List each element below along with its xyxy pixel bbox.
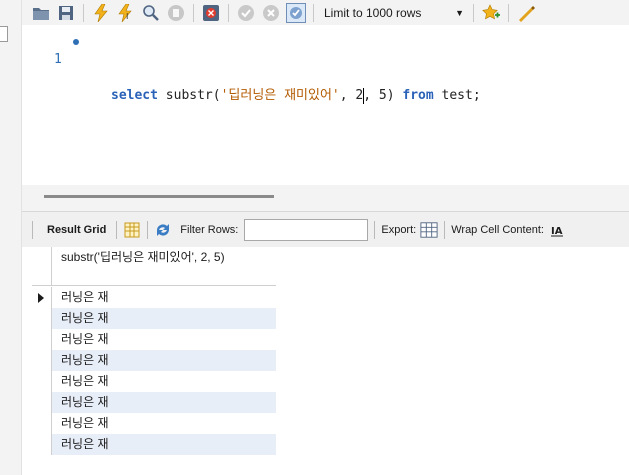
result-grid-tab[interactable]: Result Grid bbox=[47, 224, 106, 236]
row-header[interactable] bbox=[32, 371, 52, 392]
table-row[interactable]: 러닝은 재 bbox=[32, 350, 276, 371]
table-cell[interactable]: 러닝은 재 bbox=[61, 392, 109, 413]
toolbar-separator bbox=[374, 220, 376, 239]
row-header[interactable] bbox=[32, 392, 52, 413]
table-cell[interactable]: 러닝은 재 bbox=[61, 413, 109, 434]
rollback-icon[interactable] bbox=[260, 2, 282, 24]
editor-line-1[interactable]: 1 select substr('딥러닝은 재미있어', 2, 5) from … bbox=[22, 33, 629, 104]
string-literal: '딥러닝은 재미있어' bbox=[220, 88, 340, 103]
table-cell[interactable]: 러닝은 재 bbox=[61, 371, 109, 392]
table-cell[interactable]: 러닝은 재 bbox=[61, 287, 109, 308]
table-row[interactable]: 러닝은 재 bbox=[32, 434, 276, 455]
toolbar-separator bbox=[444, 220, 446, 239]
row-header-corner bbox=[32, 247, 52, 286]
folder-icon[interactable] bbox=[30, 2, 52, 24]
save-icon[interactable] bbox=[55, 2, 77, 24]
keyword-select: select bbox=[111, 88, 158, 103]
toolbar-separator bbox=[313, 3, 314, 22]
statement-marker-icon bbox=[73, 39, 79, 45]
column-header[interactable]: substr('딥러닝은 재미있어', 2, 5) bbox=[32, 247, 276, 286]
toolbar-separator bbox=[508, 3, 509, 22]
bookmark-icon[interactable] bbox=[480, 2, 502, 24]
arg-separator: , bbox=[339, 88, 356, 103]
sql-statement[interactable]: select substr('딥러닝은 재미있어', 2, 5) from te… bbox=[111, 87, 481, 105]
toolbar-separator bbox=[32, 220, 33, 239]
keyword-from: from bbox=[402, 88, 434, 103]
function-call: substr( bbox=[157, 88, 221, 103]
explain-icon[interactable] bbox=[140, 2, 162, 24]
column-header-label: substr('딥러닝은 재미있어', 2, 5) bbox=[61, 250, 225, 264]
toggle-error-icon[interactable] bbox=[200, 2, 222, 24]
editor-results-splitter[interactable] bbox=[22, 185, 629, 211]
execute-icon[interactable] bbox=[90, 2, 112, 24]
row-header[interactable] bbox=[32, 434, 52, 455]
filter-rows-input[interactable] bbox=[244, 218, 369, 241]
row-header[interactable] bbox=[32, 350, 52, 371]
toolbar-separator bbox=[116, 220, 118, 239]
sql-editor[interactable]: 1 select substr('딥러닝은 재미있어', 2, 5) from … bbox=[22, 25, 629, 185]
autocommit-icon[interactable] bbox=[285, 2, 307, 24]
table-cell[interactable]: 러닝은 재 bbox=[61, 350, 109, 371]
table-row[interactable]: 러닝은 재 bbox=[32, 392, 276, 413]
svg-text:IA: IA bbox=[551, 226, 563, 237]
row-limit-select[interactable]: Limit to 1000 rows ▼ bbox=[320, 3, 470, 23]
table-name: test; bbox=[433, 88, 481, 103]
row-header[interactable] bbox=[32, 329, 52, 350]
table-row[interactable]: 러닝은 재 bbox=[32, 371, 276, 392]
table-cell[interactable]: 러닝은 재 bbox=[61, 434, 109, 455]
grid-view-icon[interactable] bbox=[123, 221, 141, 239]
toolbar-separator bbox=[228, 3, 229, 22]
table-row[interactable]: 러닝은 재 bbox=[32, 413, 276, 434]
panel-edge-control[interactable] bbox=[0, 26, 8, 42]
row-header[interactable] bbox=[32, 308, 52, 329]
filter-rows-label: Filter Rows: bbox=[180, 223, 239, 236]
table-row[interactable]: 러닝은 재 bbox=[32, 329, 276, 350]
beautify-icon[interactable] bbox=[515, 2, 537, 24]
export-icon[interactable] bbox=[420, 221, 438, 239]
export-label: Export: bbox=[381, 223, 417, 236]
table-row[interactable]: 러닝은 재 bbox=[32, 308, 276, 329]
table-cell[interactable]: 러닝은 재 bbox=[61, 329, 109, 350]
chevron-down-icon: ▼ bbox=[455, 7, 464, 18]
table-row[interactable]: 러닝은 재 bbox=[32, 287, 276, 308]
toolbar-separator bbox=[147, 220, 149, 239]
execute-current-icon[interactable]: I bbox=[115, 2, 137, 24]
row-header[interactable] bbox=[32, 287, 52, 308]
result-toolbar: Result Grid Filter Rows: Export: Wrap Ce… bbox=[22, 211, 629, 247]
wrap-cell-label: Wrap Cell Content: bbox=[451, 223, 544, 236]
current-row-arrow-icon bbox=[38, 293, 44, 303]
arg-rest: , 5) bbox=[363, 88, 403, 103]
wrap-cell-icon[interactable]: IA bbox=[548, 221, 566, 239]
grid-rows: 러닝은 재 러닝은 재 러닝은 재 러닝은 재 러닝은 재 러닝은 재 러닝은 재 러닝은 재 bbox=[32, 287, 276, 455]
svg-text:I: I bbox=[126, 12, 128, 21]
row-limit-value: Limit to 1000 rows bbox=[324, 5, 422, 20]
splitter-handle[interactable] bbox=[44, 195, 274, 198]
left-panel-strip bbox=[0, 0, 22, 475]
result-grid[interactable]: substr('딥러닝은 재미있어', 2, 5) 러닝은 재 러닝은 재 러닝은 … bbox=[22, 247, 629, 475]
table-cell[interactable]: 러닝은 재 bbox=[61, 308, 109, 329]
toolbar-separator bbox=[473, 3, 474, 22]
line-number: 1 bbox=[54, 52, 62, 67]
refresh-icon[interactable] bbox=[154, 221, 172, 239]
commit-icon[interactable] bbox=[235, 2, 257, 24]
row-header[interactable] bbox=[32, 413, 52, 434]
stop-icon[interactable] bbox=[165, 2, 187, 24]
sql-editor-toolbar: I Limit to 1000 rows ▼ bbox=[22, 0, 629, 25]
toolbar-separator bbox=[193, 3, 194, 22]
toolbar-separator bbox=[83, 3, 84, 22]
